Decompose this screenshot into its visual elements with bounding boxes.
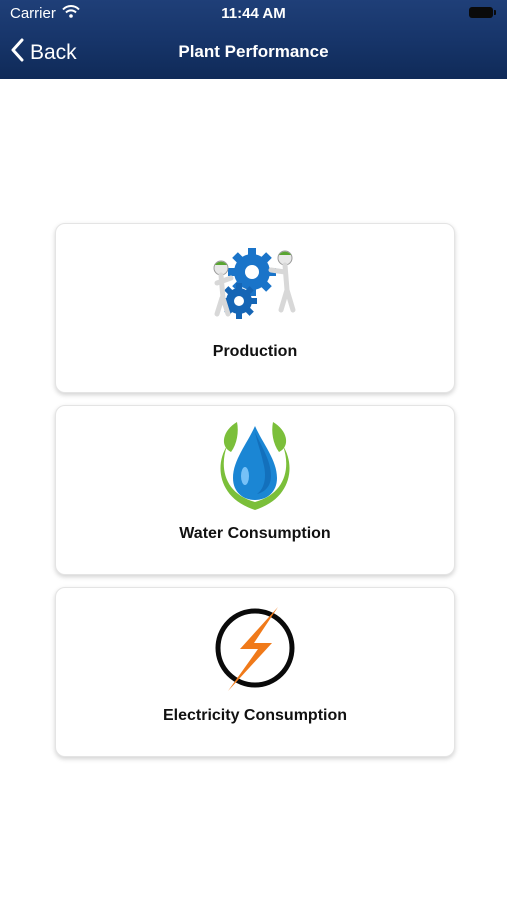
electricity-consumption-label: Electricity Consumption <box>162 707 348 724</box>
production-card[interactable]: Production <box>55 223 455 393</box>
water-consumption-card[interactable]: Water Consumption <box>55 405 455 575</box>
battery-icon <box>469 7 496 18</box>
page-title: Plant Performance <box>178 42 329 61</box>
lightning-bolt-icon <box>56 598 454 698</box>
water-consumption-label: Water Consumption <box>179 525 331 542</box>
gears-workers-icon <box>56 234 454 334</box>
status-time: 11:44 AM <box>221 5 286 22</box>
production-label: Production <box>212 343 298 360</box>
top-bar: Carrier 11:44 AM Back Plant Performance <box>0 0 507 79</box>
electricity-consumption-card[interactable]: Electricity Consumption <box>55 587 455 757</box>
status-bar: Carrier 11:44 AM <box>0 0 507 28</box>
app-screen: Carrier 11:44 AM Back Plant Performance … <box>0 0 507 900</box>
navigation-bar: Back Plant Performance <box>0 28 507 79</box>
water-drop-leaves-icon <box>56 416 454 516</box>
